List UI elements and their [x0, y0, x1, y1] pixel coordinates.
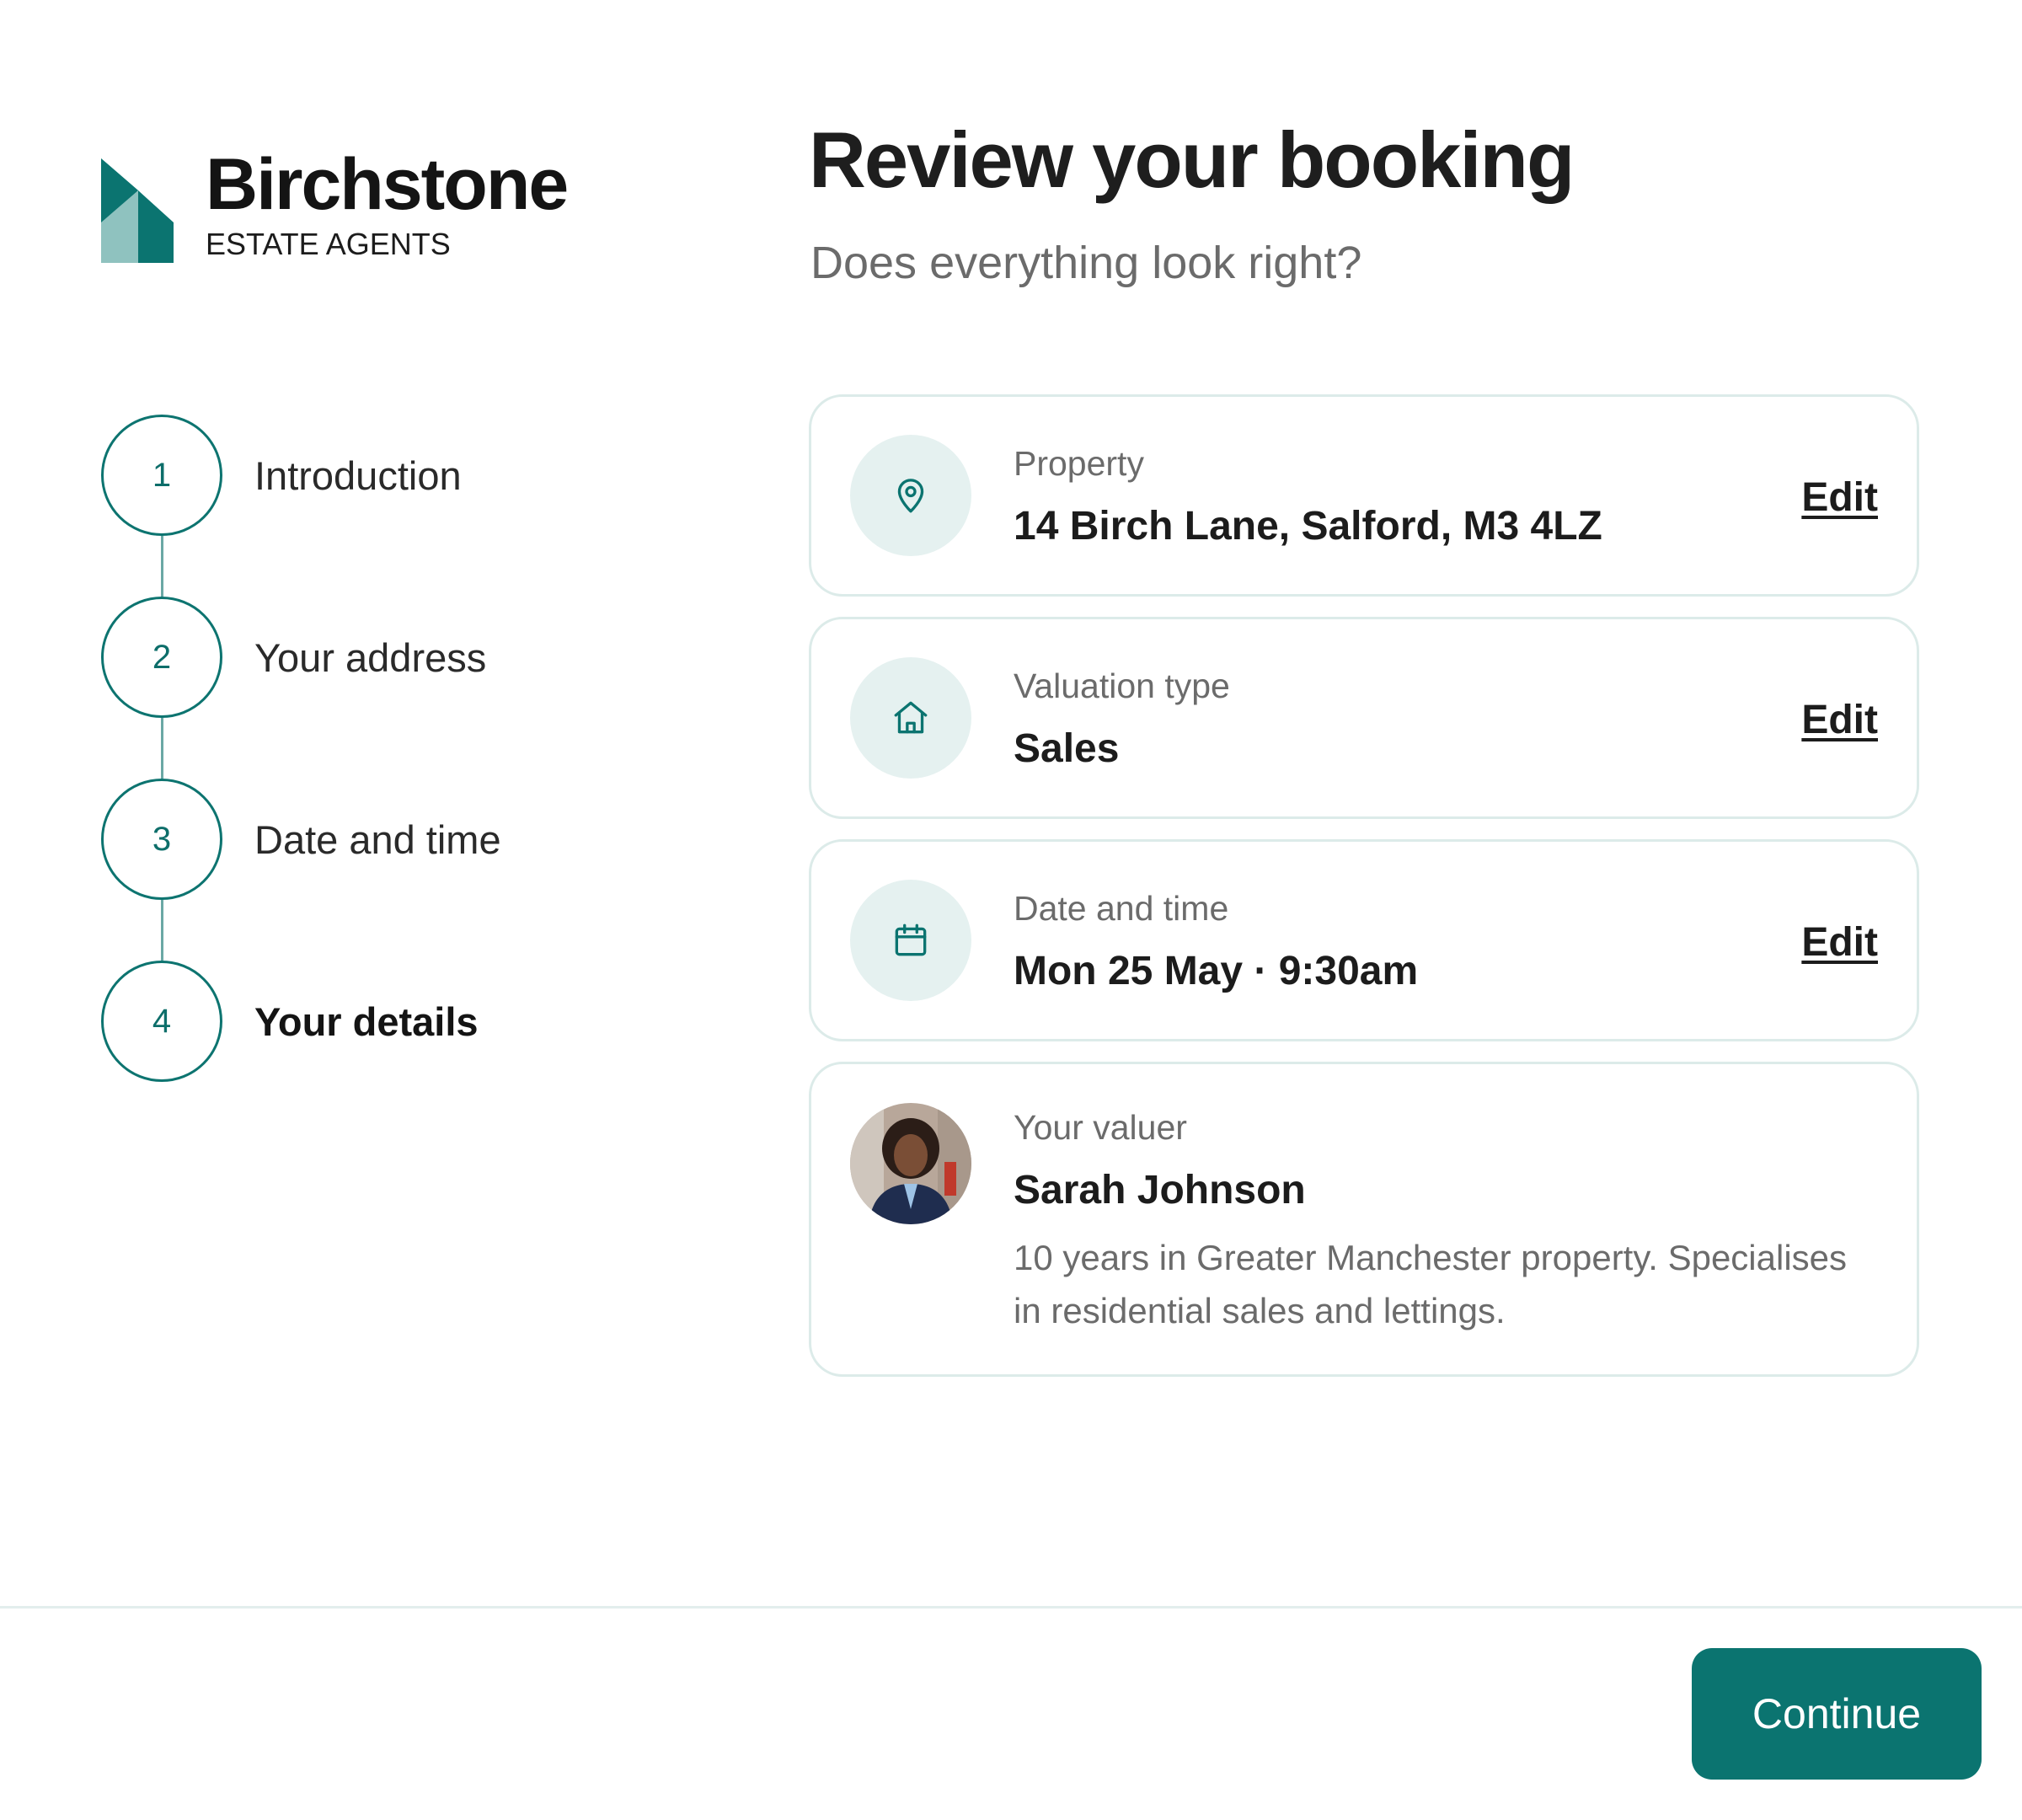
brand-name: Birchstone	[206, 144, 569, 225]
brand-tagline: ESTATE AGENTS	[206, 227, 451, 261]
valuer-avatar	[850, 1103, 971, 1224]
continue-button[interactable]: Continue	[1692, 1648, 1982, 1780]
property-card: Property 14 Birch Lane, Salford, M3 4LZ …	[809, 394, 1919, 597]
step-number: 2	[101, 597, 222, 718]
card-value: 14 Birch Lane, Salford, M3 4LZ	[1014, 504, 1602, 549]
step-number: 4	[101, 961, 222, 1082]
valuer-name: Sarah Johnson	[1014, 1168, 1306, 1212]
step-number: 1	[101, 415, 222, 536]
step-connector	[161, 900, 163, 961]
step-connector	[161, 536, 163, 597]
edit-datetime-link[interactable]: Edit	[1801, 919, 1878, 966]
step-label: Your details	[254, 998, 479, 1044]
page-subtitle: Does everything look right?	[810, 238, 1362, 288]
logo-mark-icon	[101, 158, 174, 263]
step-number: 3	[101, 779, 222, 900]
card-label: Date and time	[1014, 889, 1229, 928]
map-pin-icon	[850, 435, 971, 556]
page-title: Review your booking	[809, 115, 1575, 204]
step-label: Introduction	[254, 452, 462, 498]
valuer-card: Your valuer Sarah Johnson 10 years in Gr…	[809, 1062, 1919, 1377]
datetime-card: Date and time Mon 25 May · 9:30am Edit	[809, 839, 1919, 1041]
step-your-details[interactable]: 4 Your details	[101, 961, 623, 1082]
brand-logo: Birchstone ESTATE AGENTS	[101, 143, 607, 270]
edit-valuation-link[interactable]: Edit	[1801, 697, 1878, 743]
valuer-description: 10 years in Greater Manchester property.…	[1014, 1238, 1848, 1330]
step-label: Date and time	[254, 816, 501, 862]
card-label: Valuation type	[1014, 666, 1230, 705]
footer-divider	[0, 1606, 2022, 1609]
valuation-card: Valuation type Sales Edit	[809, 617, 1919, 819]
home-icon	[850, 657, 971, 779]
step-your-address[interactable]: 2 Your address	[101, 597, 623, 718]
card-label: Property	[1014, 444, 1144, 483]
step-label: Your address	[254, 634, 487, 680]
card-label: Your valuer	[1014, 1108, 1187, 1147]
edit-property-link[interactable]: Edit	[1801, 474, 1878, 521]
step-date-and-time[interactable]: 3 Date and time	[101, 779, 623, 900]
calendar-icon	[850, 880, 971, 1001]
card-value: Mon 25 May · 9:30am	[1014, 949, 1419, 993]
step-introduction[interactable]: 1 Introduction	[101, 415, 623, 536]
card-value: Sales	[1014, 726, 1120, 771]
step-connector	[161, 718, 163, 779]
